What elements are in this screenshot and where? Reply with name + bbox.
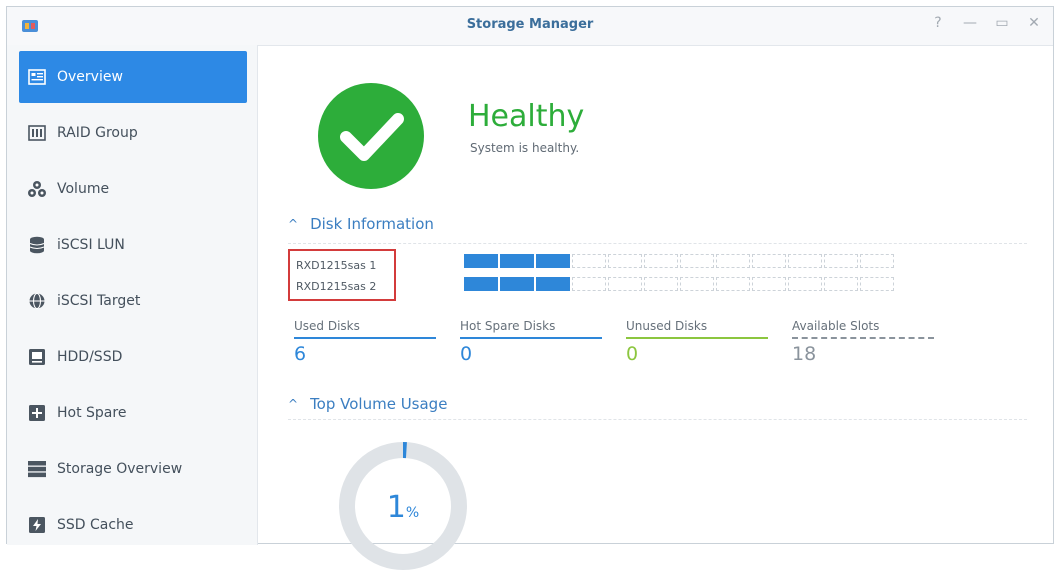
volume-usage-ring: 1% (339, 442, 467, 570)
health-status: Healthy (468, 99, 585, 134)
sidebar-item-storage-overview[interactable]: Storage Overview (19, 443, 247, 495)
health-message: System is healthy. (470, 141, 580, 155)
disk-slot-empty (572, 277, 606, 291)
hdd-icon (27, 347, 47, 367)
disk-slot-empty (752, 254, 786, 268)
disk-slot-used (500, 277, 534, 291)
expansion-unit-name: RXD1215sas 1 (296, 259, 377, 272)
disk-slot-empty (680, 254, 714, 268)
disk-slot-empty (716, 277, 750, 291)
healthy-check-icon (318, 83, 424, 189)
usage-percent-number: 1 (387, 490, 406, 525)
storage-icon (27, 459, 47, 479)
disk-slot-empty (788, 277, 822, 291)
hot-spare-disks-stat: Hot Spare Disks 0 (460, 319, 602, 365)
disk-information-header[interactable]: ^ Disk Information (288, 215, 434, 233)
stat-bar (294, 337, 436, 339)
sidebar-item-label: SSD Cache (57, 517, 134, 533)
disk-slot-empty (608, 277, 642, 291)
close-button[interactable]: ✕ (1025, 15, 1043, 31)
disk-slot-used (536, 254, 570, 268)
stat-bar (460, 337, 602, 339)
section-title: Disk Information (310, 215, 434, 233)
stat-label: Hot Spare Disks (460, 319, 556, 333)
sidebar-item-label: Hot Spare (57, 405, 127, 421)
disk-stats: Used Disks 6 Hot Spare Disks 0 Unused Di… (294, 319, 934, 365)
disk-slot-empty (680, 277, 714, 291)
title-bar[interactable]: Storage Manager ? — ▭ ✕ (7, 7, 1053, 46)
hot-spare-icon (27, 403, 47, 423)
sidebar-item-hdd-ssd[interactable]: HDD/SSD (19, 331, 247, 383)
stat-bar (626, 337, 768, 339)
globe-icon (27, 291, 47, 311)
stat-value: 0 (460, 343, 473, 365)
disk-slot-empty (572, 254, 606, 268)
available-slots-stat: Available Slots 18 (792, 319, 934, 365)
storage-manager-window: Storage Manager ? — ▭ ✕ Overview RAID Gr… (6, 6, 1054, 570)
overview-icon (27, 67, 47, 87)
sidebar-item-volume[interactable]: Volume (19, 163, 247, 215)
disk-slot-empty (788, 254, 822, 268)
disk-slot-row (464, 277, 894, 291)
sidebar-item-hot-spare[interactable]: Hot Spare (19, 387, 247, 439)
section-divider (288, 419, 1027, 420)
sidebar-item-overview[interactable]: Overview (19, 51, 247, 103)
svg-text:1%: 1% (387, 490, 419, 525)
minimize-button[interactable]: — (961, 15, 979, 31)
disk-slot-used (464, 277, 498, 291)
stat-label: Used Disks (294, 319, 360, 333)
disk-slot-empty (608, 254, 642, 268)
window-title: Storage Manager (466, 17, 594, 32)
sidebar-item-label: RAID Group (57, 125, 138, 141)
disk-slot-row (464, 254, 894, 268)
raid-icon (27, 123, 47, 143)
disk-slot-empty (824, 277, 858, 291)
chevron-up-icon: ^ (288, 217, 299, 231)
disk-slot-used (464, 254, 498, 268)
help-button[interactable]: ? (929, 15, 947, 31)
volume-icon (27, 179, 47, 199)
disk-slot-empty (644, 254, 678, 268)
disk-slot-empty (824, 254, 858, 268)
sidebar: Overview RAID Group Volume iSCSI LUN iSC… (7, 45, 258, 545)
stat-label: Unused Disks (626, 319, 708, 333)
ssd-cache-icon (27, 515, 47, 535)
stat-bar (792, 337, 934, 339)
maximize-button[interactable]: ▭ (993, 15, 1011, 31)
sidebar-item-iscsi-target[interactable]: iSCSI Target (19, 275, 247, 327)
section-divider (288, 243, 1027, 244)
disk-slot-empty (752, 277, 786, 291)
section-title: Top Volume Usage (310, 395, 448, 413)
disk-slot-empty (860, 277, 894, 291)
disk-slot-empty (716, 254, 750, 268)
stat-value: 18 (792, 343, 817, 365)
sidebar-item-iscsi-lun[interactable]: iSCSI LUN (19, 219, 247, 271)
disk-slot-used (500, 254, 534, 268)
unused-disks-stat: Unused Disks 0 (626, 319, 768, 365)
sidebar-item-label: HDD/SSD (57, 349, 123, 365)
disk-slot-used (536, 277, 570, 291)
used-disks-stat: Used Disks 6 (294, 319, 436, 365)
stat-value: 0 (626, 343, 639, 365)
sidebar-item-raid-group[interactable]: RAID Group (19, 107, 247, 159)
stat-value: 6 (294, 343, 307, 365)
sidebar-item-label: iSCSI LUN (57, 237, 125, 253)
stat-label: Available Slots (792, 319, 880, 333)
sidebar-item-label: iSCSI Target (57, 293, 141, 309)
top-volume-usage-header[interactable]: ^ Top Volume Usage (288, 395, 447, 413)
sidebar-item-ssd-cache[interactable]: SSD Cache (19, 499, 247, 551)
sidebar-item-label: Overview (57, 69, 123, 85)
overview-panel: Healthy System is healthy. ^ Disk Inform… (258, 45, 1053, 570)
expansion-unit-names: RXD1215sas 1 RXD1215sas 2 (288, 249, 396, 301)
lun-icon (27, 235, 47, 255)
usage-percent-sign: % (406, 505, 419, 521)
expansion-unit-name: RXD1215sas 2 (296, 280, 377, 293)
disk-slot-empty (644, 277, 678, 291)
sidebar-item-label: Storage Overview (57, 461, 183, 477)
chevron-up-icon: ^ (288, 397, 299, 411)
disk-slot-empty (860, 254, 894, 268)
sidebar-item-label: Volume (57, 181, 110, 197)
